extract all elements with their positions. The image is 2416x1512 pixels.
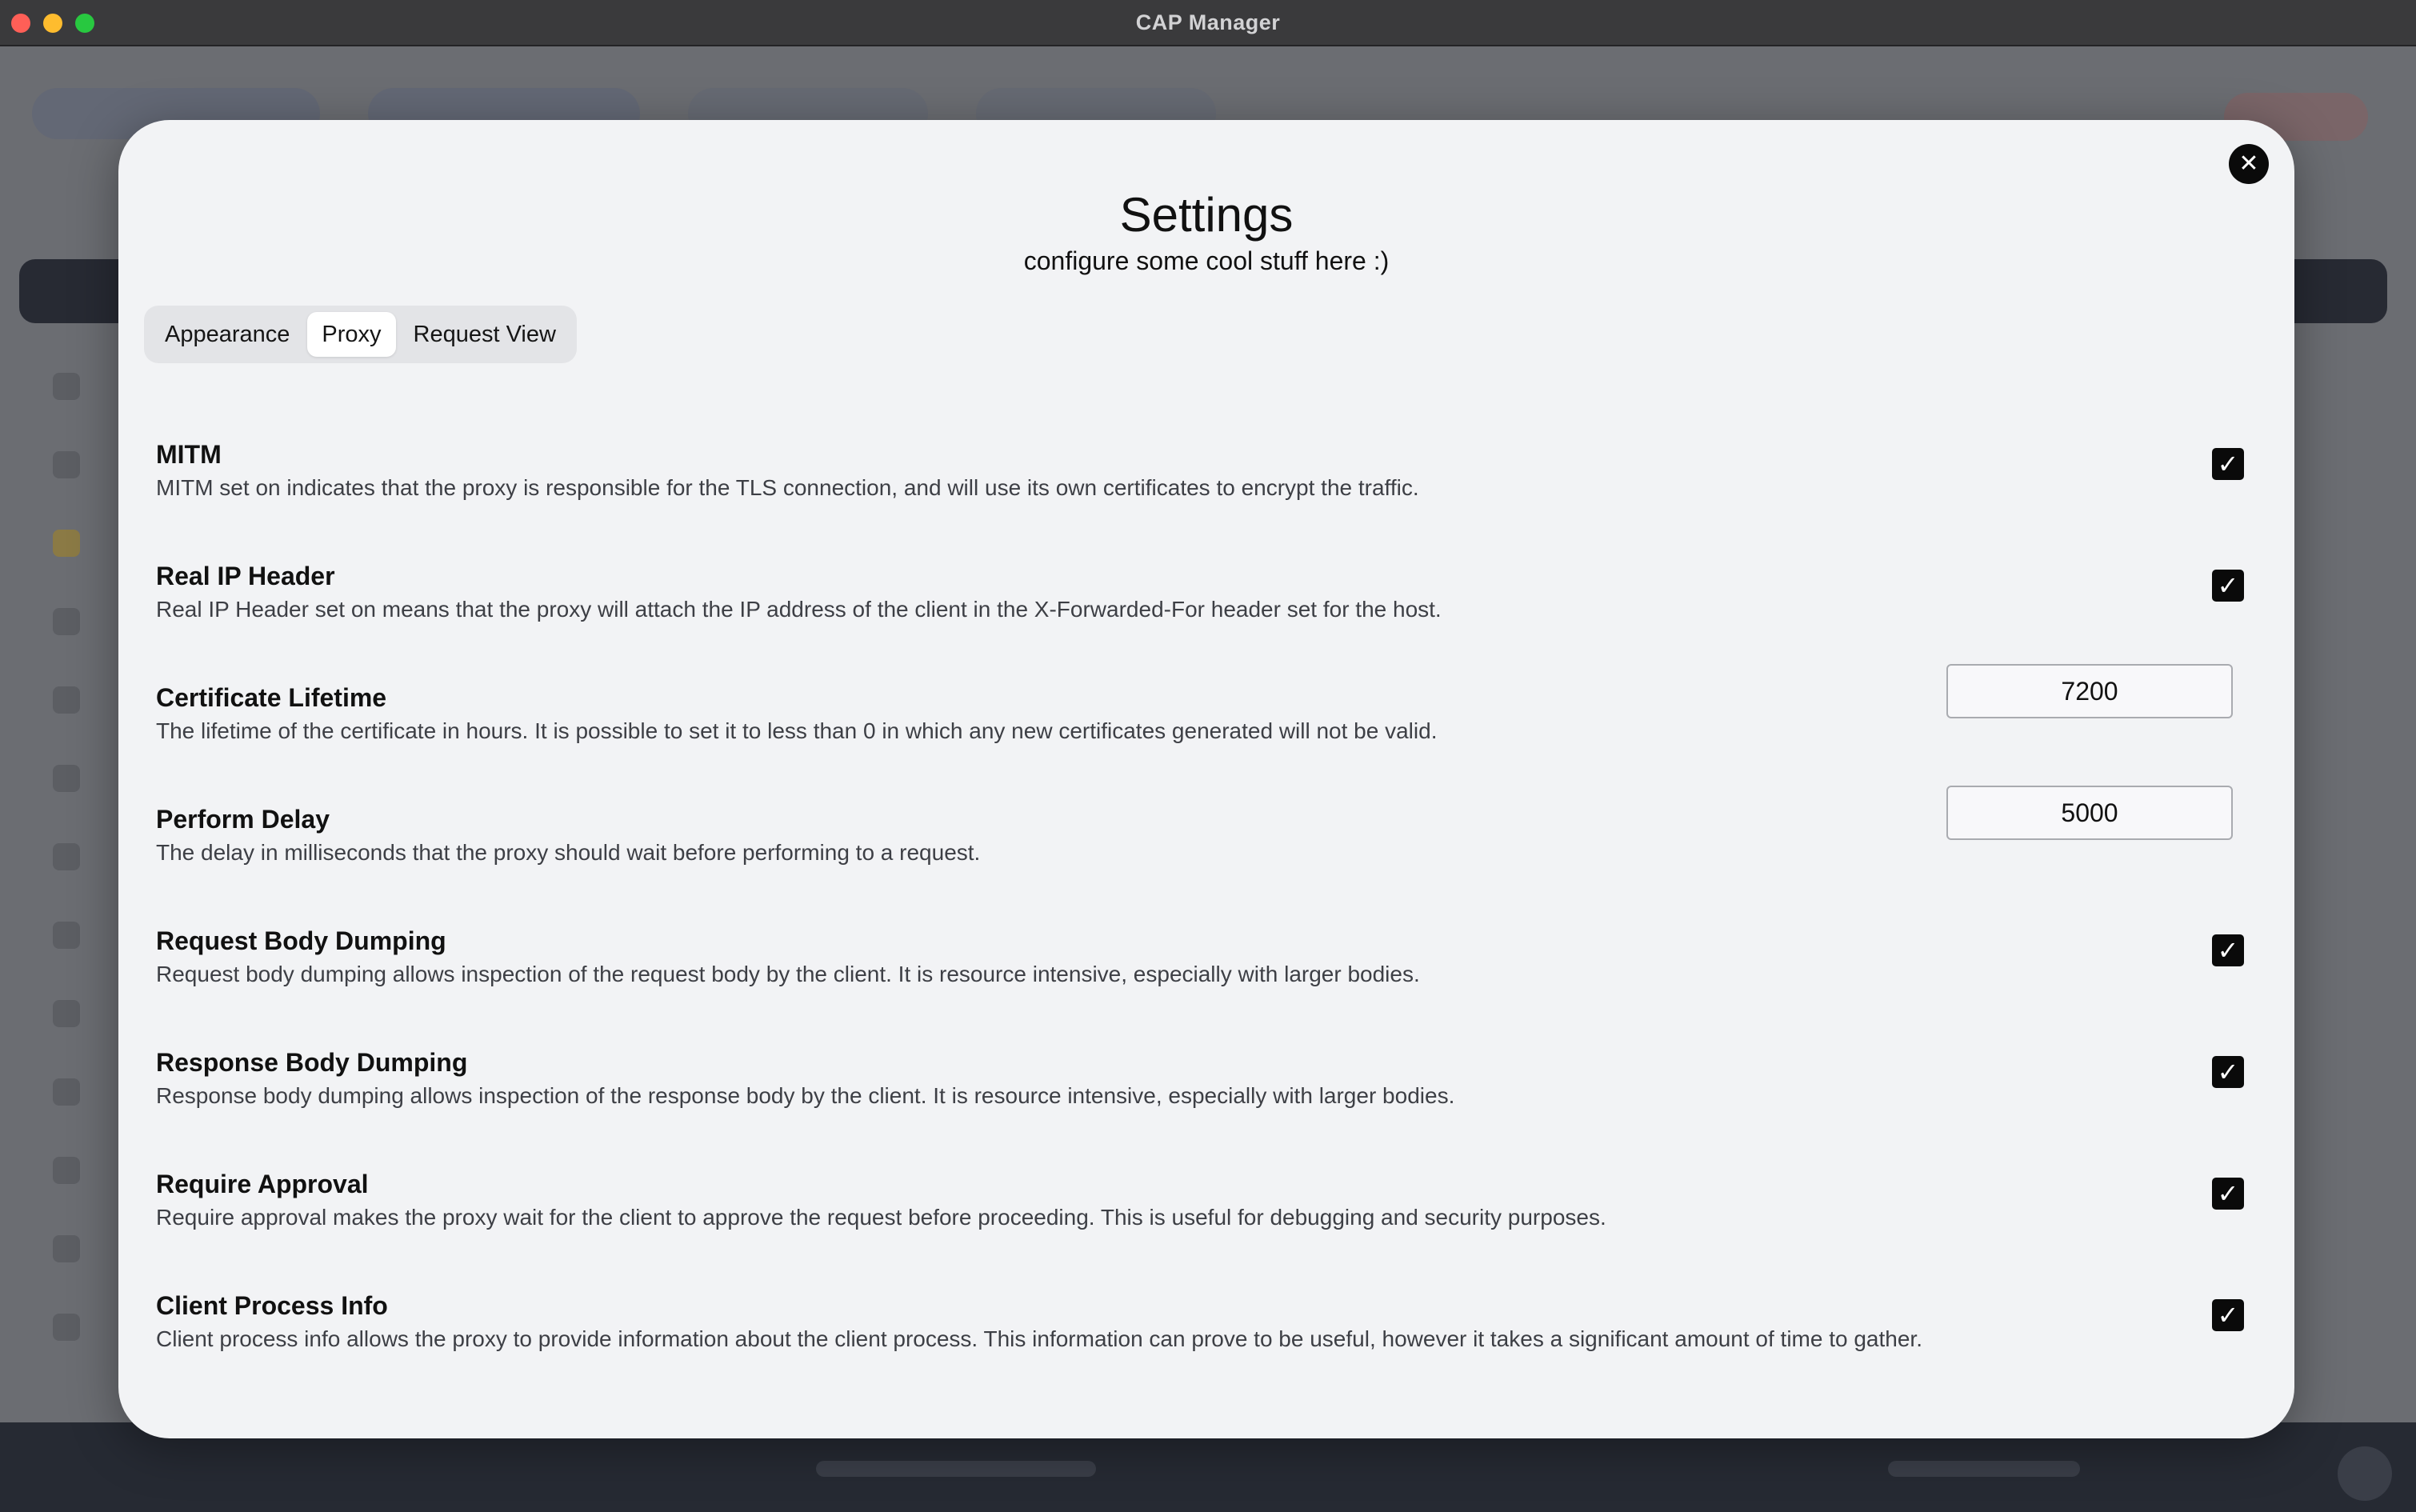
background-row-icon: [53, 843, 80, 870]
perform-delay-input[interactable]: [1946, 786, 2233, 840]
setting-request-body-dumping: Request Body Dumping Request body dumpin…: [156, 926, 2268, 1048]
background-row-icon: [53, 1314, 80, 1341]
setting-description: The lifetime of the certificate in hours…: [156, 718, 1438, 743]
setting-mitm: MITM MITM set on indicates that the prox…: [156, 440, 2268, 562]
setting-description: Real IP Header set on means that the pro…: [156, 597, 1442, 622]
setting-title: Client Process Info: [156, 1291, 388, 1320]
modal-subtitle: configure some cool stuff here :): [1023, 246, 1390, 275]
background-status-text: [816, 1461, 1096, 1477]
require-approval-checkbox[interactable]: ✓: [2212, 1178, 2244, 1210]
checkmark-icon: ✓: [2217, 936, 2239, 965]
setting-title: Certificate Lifetime: [156, 683, 387, 712]
checkmark-icon: ✓: [2217, 1301, 2239, 1330]
close-button[interactable]: ✕: [2229, 144, 2269, 184]
modal-title: Settings: [1119, 188, 1294, 242]
window-titlebar: CAP Manager: [0, 0, 2416, 46]
background-status-text: [1888, 1461, 2080, 1477]
checkmark-icon: ✓: [2217, 571, 2239, 600]
background-row-icon: [53, 922, 80, 949]
window-minimize-button[interactable]: [43, 14, 62, 33]
setting-description: Response body dumping allows inspection …: [156, 1083, 1455, 1108]
checkmark-icon: ✓: [2217, 1058, 2239, 1086]
background-row-icon: [53, 1000, 80, 1027]
setting-description: The delay in milliseconds that the proxy…: [156, 840, 981, 865]
close-icon: ✕: [2238, 150, 2259, 177]
setting-perform-delay: Perform Delay The delay in milliseconds …: [156, 786, 2268, 926]
mitm-checkbox[interactable]: ✓: [2212, 448, 2244, 480]
background-avatar: [2338, 1446, 2392, 1501]
setting-title: Response Body Dumping: [156, 1048, 468, 1077]
setting-title: Perform Delay: [156, 805, 330, 834]
background-row-icon: [53, 608, 80, 635]
window-maximize-button[interactable]: [75, 14, 94, 33]
setting-title: MITM: [156, 440, 222, 469]
setting-description: Require approval makes the proxy wait fo…: [156, 1205, 1606, 1230]
response-body-dumping-checkbox[interactable]: ✓: [2212, 1056, 2244, 1088]
setting-client-process-info: Client Process Info Client process info …: [156, 1291, 2268, 1413]
client-process-info-checkbox[interactable]: ✓: [2212, 1299, 2244, 1331]
setting-title: Real IP Header: [156, 562, 335, 590]
background-row-icon: [53, 765, 80, 792]
tab-request-view[interactable]: Request View: [399, 312, 570, 357]
traffic-lights: [11, 14, 94, 33]
setting-response-body-dumping: Response Body Dumping Response body dump…: [156, 1048, 2268, 1170]
tab-proxy[interactable]: Proxy: [307, 312, 396, 357]
window-close-button[interactable]: [11, 14, 30, 33]
setting-description: Request body dumping allows inspection o…: [156, 962, 1420, 986]
settings-modal: ✕ Settings configure some cool stuff her…: [118, 120, 2294, 1438]
setting-require-approval: Require Approval Require approval makes …: [156, 1170, 2268, 1291]
tab-appearance[interactable]: Appearance: [150, 312, 304, 357]
setting-description: MITM set on indicates that the proxy is …: [156, 475, 1419, 500]
background-row-icon: [53, 1078, 80, 1106]
background-row-icon: [53, 451, 80, 478]
request-body-dumping-checkbox[interactable]: ✓: [2212, 934, 2244, 966]
background-row-icon: [53, 686, 80, 714]
background-row-icon: [53, 373, 80, 400]
background-row-icon: [53, 530, 80, 557]
background-row-icon: [53, 1235, 80, 1262]
window-title: CAP Manager: [1135, 10, 1281, 34]
checkmark-icon: ✓: [2217, 450, 2239, 478]
real-ip-header-checkbox[interactable]: ✓: [2212, 570, 2244, 602]
setting-title: Require Approval: [156, 1170, 369, 1198]
background-row-icon: [53, 1157, 80, 1184]
checkmark-icon: ✓: [2217, 1179, 2239, 1208]
settings-tabs: Appearance Proxy Request View: [144, 306, 577, 363]
setting-description: Client process info allows the proxy to …: [156, 1326, 1922, 1351]
certificate-lifetime-input[interactable]: [1946, 664, 2233, 718]
proxy-settings-list: MITM MITM set on indicates that the prox…: [156, 440, 2268, 1413]
setting-title: Request Body Dumping: [156, 926, 446, 955]
